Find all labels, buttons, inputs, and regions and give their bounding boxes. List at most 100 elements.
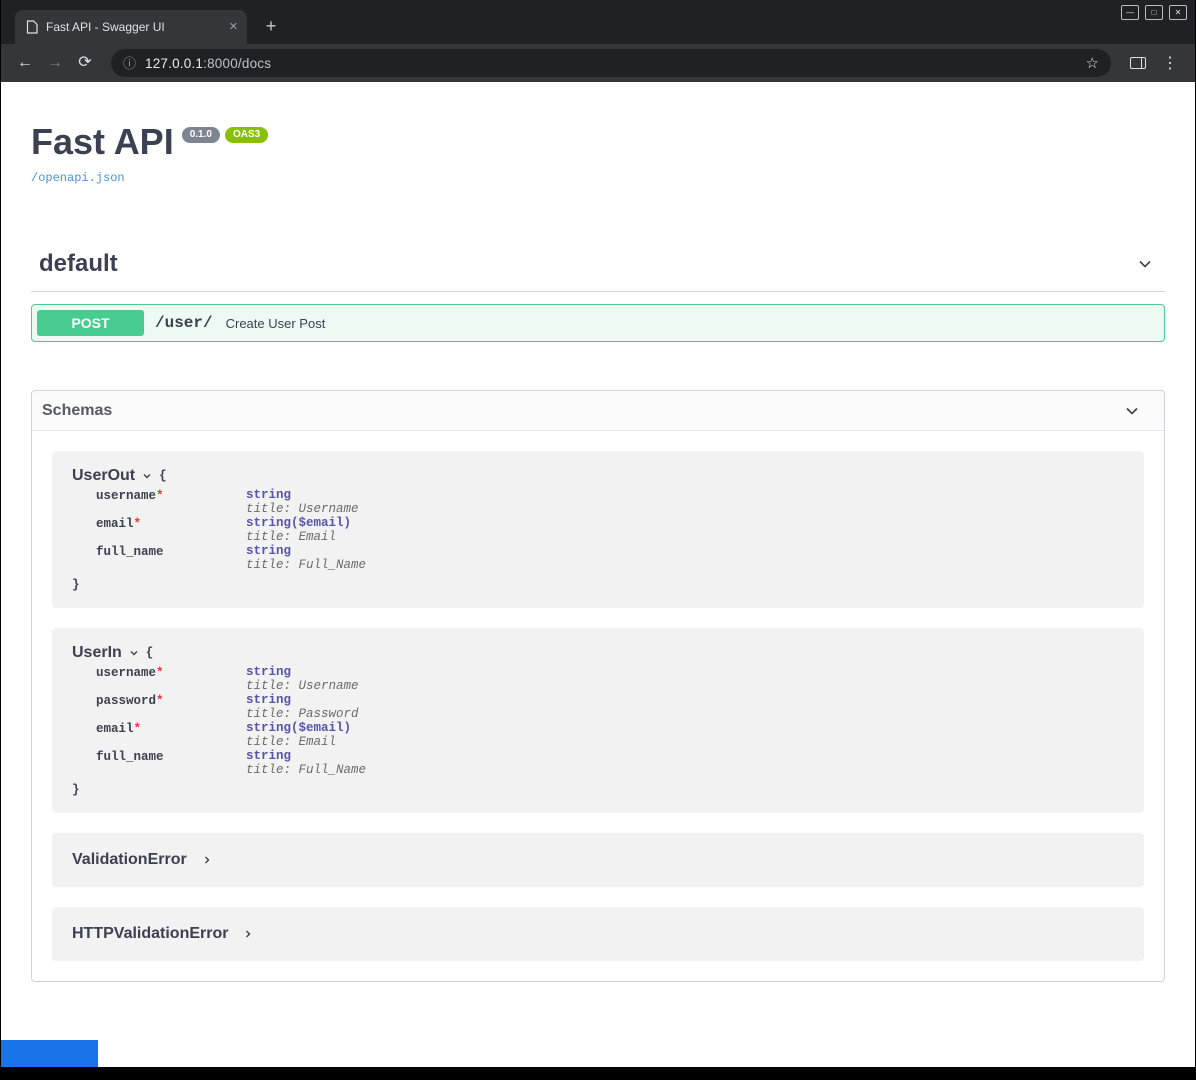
- model-properties: username* string title: Username passwor…: [96, 665, 1124, 777]
- property-title: title: Full_Name: [246, 763, 366, 777]
- property-type: string: [246, 544, 291, 558]
- minimize-button[interactable]: —: [1121, 5, 1139, 20]
- property-name-text: username: [96, 666, 156, 680]
- side-panel-icon[interactable]: [1123, 54, 1153, 72]
- browser-toolbar: ← → ⟳ ⓘ 127.0.0.1:8000/docs ☆ ⋮: [1, 44, 1195, 82]
- site-info-icon[interactable]: ⓘ: [123, 57, 136, 70]
- chevron-down-icon[interactable]: [128, 647, 140, 659]
- close-brace: }: [72, 578, 1124, 592]
- window-bottom-edge: [1, 1067, 1195, 1080]
- property-detail: string($email) title: Email: [246, 721, 351, 749]
- property-type: string: [246, 488, 291, 502]
- close-window-button[interactable]: ✕: [1169, 5, 1187, 20]
- model-properties: username* string title: Username email* …: [96, 488, 1124, 572]
- property-type: string: [246, 665, 291, 679]
- endpoint-path: /user/: [155, 314, 213, 332]
- property-name-text: password: [96, 694, 156, 708]
- property-format: ($email): [291, 721, 351, 735]
- endpoint-summary: Create User Post: [226, 316, 326, 331]
- model-toggle[interactable]: UserOut {: [72, 467, 1124, 485]
- window-titlebar: — □ ✕ Fast API - Swagger UI ✕ +: [1, 0, 1195, 44]
- property-type: string: [246, 693, 291, 707]
- model-validationerror[interactable]: ValidationError: [52, 833, 1144, 887]
- schemas-header[interactable]: Schemas: [32, 391, 1164, 431]
- reload-icon[interactable]: ⟳: [71, 49, 99, 77]
- property-type: string: [246, 749, 291, 763]
- property-name: password*: [96, 693, 246, 721]
- property-row: email* string($email) title: Email: [96, 516, 1124, 544]
- property-title: title: Username: [246, 679, 359, 693]
- url-host: 127.0.0.1: [145, 56, 203, 71]
- property-title: title: Full_Name: [246, 558, 366, 572]
- back-icon[interactable]: ←: [11, 49, 39, 77]
- property-name: email*: [96, 516, 246, 544]
- oas3-badge: OAS3: [225, 127, 268, 143]
- tab-title: Fast API - Swagger UI: [46, 20, 221, 34]
- schemas-body: UserOut { username* string ti: [32, 431, 1164, 981]
- http-method-badge: POST: [37, 310, 144, 336]
- property-row: username* string title: Username: [96, 488, 1124, 516]
- required-star: *: [156, 666, 164, 680]
- browser-tab[interactable]: Fast API - Swagger UI ✕: [15, 10, 247, 44]
- version-badge: 0.1.0: [182, 127, 220, 143]
- property-name-text: username: [96, 489, 156, 503]
- property-name-text: email: [96, 722, 134, 736]
- model-httpvalidationerror[interactable]: HTTPValidationError: [52, 907, 1144, 961]
- property-type: string: [246, 721, 291, 735]
- api-title-text: Fast API: [31, 124, 174, 160]
- page-content: Fast API 0.1.0 OAS3 /openapi.json defaul…: [1, 82, 1195, 1067]
- property-detail: string title: Full_Name: [246, 749, 366, 777]
- property-name-text: full_name: [96, 750, 164, 764]
- model-toggle[interactable]: UserIn {: [72, 644, 1124, 662]
- chevron-down-icon[interactable]: [141, 470, 153, 482]
- url-text: 127.0.0.1:8000/docs: [145, 56, 271, 71]
- property-row: full_name string title: Full_Name: [96, 749, 1124, 777]
- property-row: full_name string title: Full_Name: [96, 544, 1124, 572]
- property-detail: string title: Username: [246, 665, 359, 693]
- model-name: UserIn: [72, 644, 122, 662]
- model-name: UserOut: [72, 467, 135, 485]
- tag-section-default[interactable]: default: [31, 242, 1165, 292]
- window-controls: — □ ✕: [1121, 5, 1187, 20]
- model-userin: UserIn { username* string tit: [52, 628, 1144, 813]
- property-row: email* string($email) title: Email: [96, 721, 1124, 749]
- url-path: :8000/docs: [203, 56, 271, 71]
- property-row: password* string title: Password: [96, 693, 1124, 721]
- required-star: *: [134, 517, 142, 531]
- status-bubble: [1, 1040, 98, 1067]
- property-name-text: full_name: [96, 545, 164, 559]
- property-detail: string title: Full_Name: [246, 544, 366, 572]
- property-title: title: Password: [246, 707, 359, 721]
- chevron-down-icon[interactable]: [1122, 401, 1142, 421]
- chevron-right-icon[interactable]: [201, 854, 213, 866]
- property-title: title: Email: [246, 735, 351, 749]
- maximize-button[interactable]: □: [1145, 5, 1163, 20]
- property-format: ($email): [291, 516, 351, 530]
- property-title: title: Username: [246, 502, 359, 516]
- openapi-json-link[interactable]: /openapi.json: [31, 171, 125, 185]
- property-name: username*: [96, 488, 246, 516]
- open-brace: {: [159, 469, 167, 483]
- schemas-title: Schemas: [42, 402, 112, 420]
- property-title: title: Email: [246, 530, 351, 544]
- browser-menu-icon[interactable]: ⋮: [1155, 53, 1185, 73]
- bookmark-star-icon[interactable]: ☆: [1086, 54, 1099, 72]
- model-name: ValidationError: [72, 851, 187, 869]
- property-name: email*: [96, 721, 246, 749]
- chevron-down-icon[interactable]: [1135, 254, 1155, 274]
- page-favicon-icon: [26, 20, 38, 34]
- browser-window: — □ ✕ Fast API - Swagger UI ✕ + ← → ⟳ ⓘ …: [0, 0, 1196, 1080]
- endpoint-post-user[interactable]: POST /user/ Create User Post: [31, 304, 1165, 342]
- new-tab-button[interactable]: +: [259, 15, 283, 39]
- property-row: username* string title: Username: [96, 665, 1124, 693]
- property-name-text: email: [96, 517, 134, 531]
- property-type: string: [246, 516, 291, 530]
- forward-icon[interactable]: →: [41, 49, 69, 77]
- property-detail: string($email) title: Email: [246, 516, 351, 544]
- chevron-right-icon[interactable]: [242, 928, 254, 940]
- tag-title: default: [39, 250, 118, 278]
- tab-close-icon[interactable]: ✕: [229, 22, 238, 33]
- required-star: *: [134, 722, 142, 736]
- api-badges: 0.1.0 OAS3: [182, 127, 268, 143]
- address-bar[interactable]: ⓘ 127.0.0.1:8000/docs ☆: [111, 49, 1111, 77]
